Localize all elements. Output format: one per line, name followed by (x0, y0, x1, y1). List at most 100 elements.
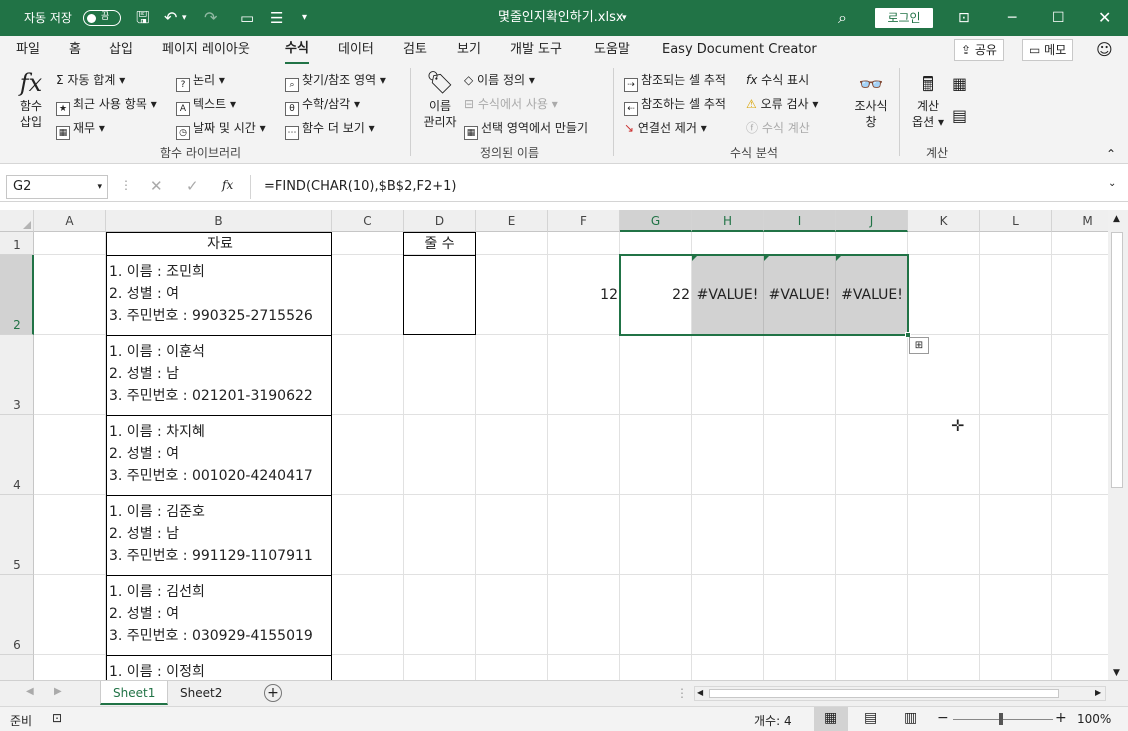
scroll-down-icon[interactable]: ▼ (1113, 668, 1120, 678)
enter-icon[interactable]: ✓ (186, 177, 199, 195)
text-button[interactable]: A 텍스트 ▾ (176, 96, 236, 116)
calculate-sheet-icon[interactable]: ▤ (952, 108, 967, 124)
autofill-options-icon[interactable]: ⊞ (909, 337, 929, 354)
autosum-button[interactable]: Σ 자동 합계 ▾ (56, 72, 125, 88)
trace-precedents-button[interactable]: ⇢ 참조되는 셀 추적 (624, 72, 726, 92)
name-manager-button[interactable]: 🏷 이름 관리자 (420, 70, 460, 130)
more-functions-button[interactable]: ⋯ 함수 더 보기 ▾ (285, 120, 375, 140)
vertical-scroll-thumb[interactable] (1111, 232, 1123, 488)
horizontal-scroll-thumb[interactable] (709, 689, 1059, 698)
tab-easy-document-creator[interactable]: Easy Document Creator (662, 36, 817, 64)
watch-window-button[interactable]: 👓 조사식 창 (850, 70, 892, 130)
cell-b1[interactable]: 자료 (106, 232, 332, 256)
cancel-icon[interactable]: ✕ (150, 177, 163, 195)
undo-dropdown-icon[interactable]: ▾ (182, 0, 187, 36)
column-header[interactable]: B (106, 210, 332, 232)
cell-b2[interactable]: 1. 이름 : 조민희 2. 성별 : 여 3. 주민번호 : 990325-271… (106, 255, 332, 336)
spreadsheet-grid[interactable]: A B C D E F G H I J K L M 1 2 3 4 5 6 자료… (0, 210, 1108, 680)
row-header[interactable]: 2 (0, 255, 34, 335)
form-icon[interactable]: ☰ (270, 0, 283, 36)
tab-insert[interactable]: 삽입 (109, 36, 133, 64)
collapse-ribbon-icon[interactable]: ⌃ (1106, 146, 1116, 162)
show-formulas-button[interactable]: fx 수식 표시 (746, 72, 809, 88)
title-dropdown-icon[interactable]: ▾ (622, 0, 627, 36)
cell-d2[interactable] (403, 255, 476, 335)
column-header[interactable]: M (1052, 210, 1108, 232)
select-all-corner[interactable] (0, 210, 34, 232)
column-header[interactable]: J (836, 210, 908, 232)
create-from-selection-button[interactable]: ▦ 선택 영역에서 만들기 (464, 120, 588, 140)
customize-qat-icon[interactable]: ▾ (302, 0, 307, 36)
column-header[interactable]: D (404, 210, 476, 232)
zoom-level[interactable]: 100% (1077, 712, 1111, 726)
financial-button[interactable]: ▦ 재무 ▾ (56, 120, 105, 140)
column-header[interactable]: A (34, 210, 106, 232)
next-sheet-icon[interactable]: ▶ (54, 686, 62, 697)
login-button[interactable]: 로그인 (875, 8, 933, 28)
logical-button[interactable]: ? 논리 ▾ (176, 72, 225, 92)
share-button[interactable]: ⇪ 공유 (954, 39, 1004, 61)
prev-sheet-icon[interactable]: ◀ (26, 686, 34, 697)
cell-b7[interactable]: 1. 이름 : 이정희 (106, 655, 332, 680)
add-sheet-icon[interactable]: + (264, 684, 282, 702)
tab-developer[interactable]: 개발 도구 (510, 36, 562, 64)
name-box[interactable]: G2 ▾ (6, 175, 108, 199)
cell-f2[interactable]: 12 (548, 255, 618, 335)
minimize-icon[interactable]: ─ (1008, 0, 1016, 36)
zoom-slider-thumb[interactable] (999, 713, 1003, 725)
cell-b3[interactable]: 1. 이름 : 이훈석 2. 성별 : 남 3. 주민번호 : 021201-319… (106, 335, 332, 416)
column-header[interactable]: F (548, 210, 620, 232)
vertical-scrollbar[interactable]: ▲ ▼ (1108, 210, 1128, 680)
lookup-button[interactable]: ⌕ 찾기/참조 영역 ▾ (285, 72, 386, 92)
row-header[interactable]: 4 (0, 415, 34, 495)
tab-view[interactable]: 보기 (457, 36, 481, 64)
insert-function-button[interactable]: fx 함수 삽입 (14, 68, 48, 130)
zoom-slider[interactable] (953, 719, 1053, 720)
undo-icon[interactable]: ↶ (164, 0, 177, 36)
tab-help[interactable]: 도움말 (594, 36, 630, 64)
evaluate-formula-button[interactable]: ⓕ 수식 계산 (746, 120, 810, 136)
scroll-right-icon[interactable]: ▶ (1095, 688, 1101, 697)
scroll-left-icon[interactable]: ◀ (697, 688, 703, 697)
tab-file[interactable]: 파일 (16, 36, 40, 64)
autosave-toggle[interactable]: 끔 (83, 10, 121, 26)
horizontal-scrollbar[interactable]: ◀ ▶ (694, 686, 1106, 701)
scroll-up-icon[interactable]: ▲ (1113, 214, 1120, 224)
datetime-button[interactable]: ◷ 날짜 및 시간 ▾ (176, 120, 266, 140)
formula-input[interactable]: =FIND(CHAR(10),$B$2,F2+1) (264, 172, 456, 202)
row-header[interactable]: 6 (0, 575, 34, 655)
trace-dependents-button[interactable]: ⇠ 참조하는 셀 추적 (624, 96, 726, 116)
cell-b5[interactable]: 1. 이름 : 김준호 2. 성별 : 남 3. 주민번호 : 991129-110… (106, 495, 332, 576)
tab-home[interactable]: 홈 (69, 36, 81, 64)
column-header[interactable]: K (908, 210, 980, 232)
feedback-smiley-icon[interactable]: ☺ (1096, 36, 1113, 64)
memo-button[interactable]: ▭ 메모 (1022, 39, 1074, 61)
close-icon[interactable]: ✕ (1098, 0, 1111, 36)
define-name-button[interactable]: ◇ 이름 정의 ▾ (464, 72, 535, 88)
column-header[interactable]: L (980, 210, 1052, 232)
row-header[interactable]: 5 (0, 495, 34, 575)
column-header[interactable]: E (476, 210, 548, 232)
row-header[interactable]: 1 (0, 232, 34, 255)
zoom-out-icon[interactable]: − (937, 710, 949, 726)
macro-record-icon[interactable]: ⊡ (52, 711, 62, 725)
name-box-dropdown-icon[interactable]: ▾ (97, 176, 102, 198)
ribbon-display-icon[interactable]: ⊡ (958, 0, 970, 36)
maximize-icon[interactable]: ☐ (1052, 0, 1065, 36)
column-header[interactable]: G (620, 210, 692, 232)
remove-arrows-button[interactable]: ↘ 연결선 제거 ▾ (624, 120, 707, 136)
tab-review[interactable]: 검토 (403, 36, 427, 64)
new-icon[interactable]: ▭ (240, 0, 254, 36)
column-header[interactable]: C (332, 210, 404, 232)
sheet-tab-sheet1[interactable]: Sheet1 (100, 681, 169, 705)
calculate-now-icon[interactable]: ▦ (952, 76, 967, 92)
math-button[interactable]: θ 수학/삼각 ▾ (285, 96, 360, 116)
cell-b6[interactable]: 1. 이름 : 김선희 2. 성별 : 여 3. 주민번호 : 030929-415… (106, 575, 332, 656)
redo-icon[interactable]: ↷ (204, 0, 217, 36)
sheet-tab-sheet2[interactable]: Sheet2 (168, 681, 234, 705)
save-icon[interactable]: 🖫 (136, 0, 150, 36)
column-header[interactable]: I (764, 210, 836, 232)
tab-page-layout[interactable]: 페이지 레이아웃 (162, 36, 250, 64)
calculation-options-button[interactable]: 🖩 계산 옵션 ▾ (908, 70, 948, 130)
tab-formulas[interactable]: 수식 (285, 36, 309, 64)
